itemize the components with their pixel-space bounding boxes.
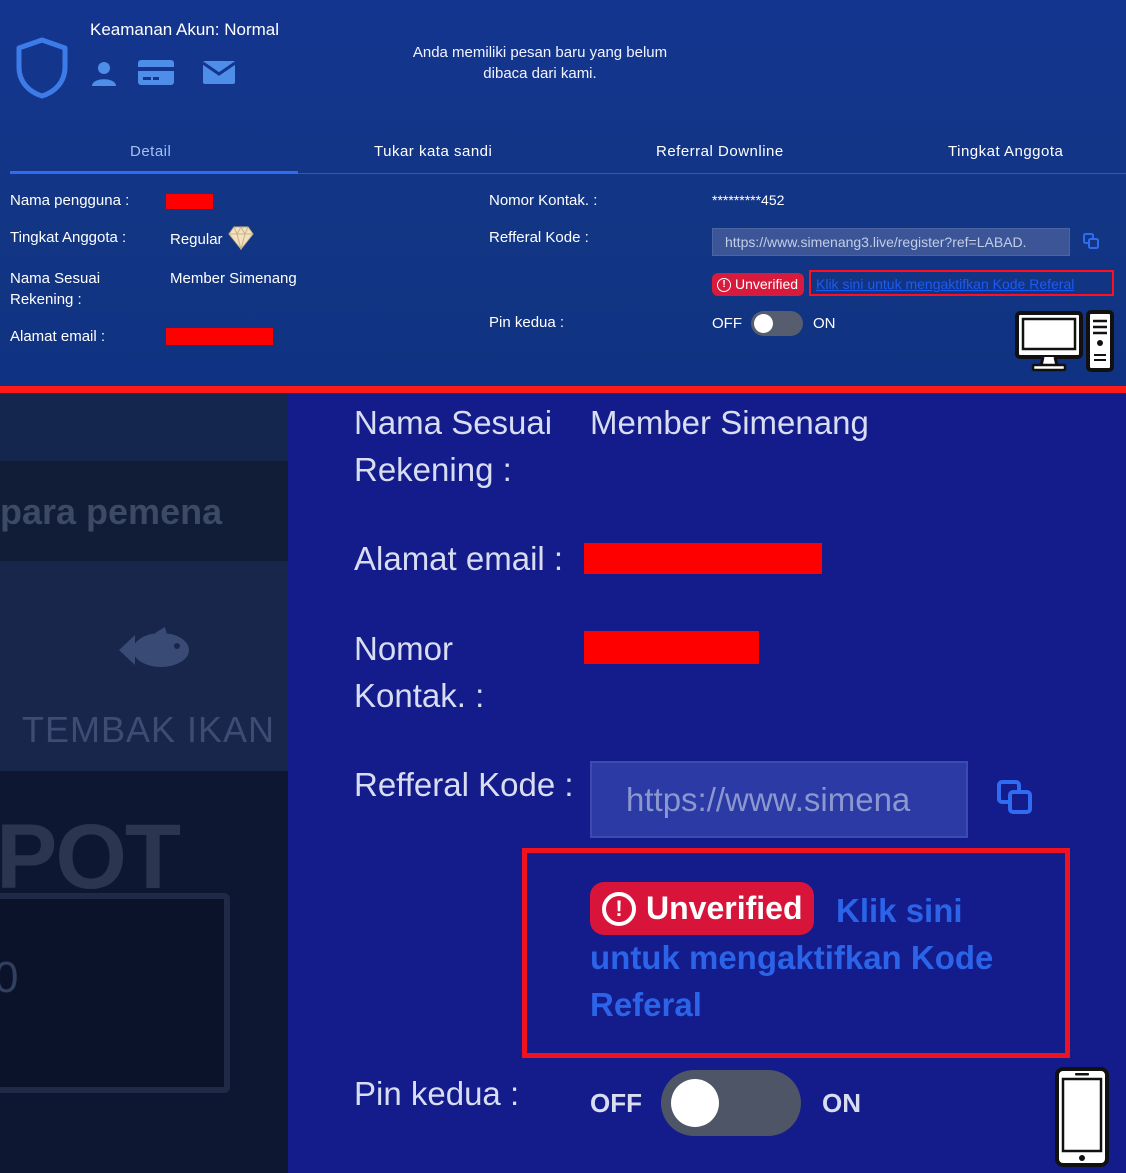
account-name-label: Nama Sesuai Rekening : [354,404,553,488]
unverified-text: Unverified [646,890,803,926]
email-redaction [584,543,822,574]
tab-detail[interactable]: Detail [130,143,171,160]
account-name-label: Nama Sesuai Rekening : [10,270,101,308]
account-name-value: Member Simenang [590,404,869,441]
jackpot-counter: 0 [0,953,19,1002]
second-pin-toggle[interactable] [751,311,803,336]
tab-referral-downline[interactable]: Referral Downline [656,143,784,160]
account-tabs: Detail Tukar kata sandi Referral Downlin… [10,140,1126,174]
contact-redaction [584,631,759,664]
comparison-divider [0,386,1126,393]
mail-icon[interactable] [203,61,235,84]
desktop-account-panel: Keamanan Akun: Normal Anda memiliki pesa… [0,0,1126,386]
mobile-account-panel: Nama Sesuai Rekening : Member Simenang A… [288,393,1126,1173]
referral-label: Refferal Kode : [489,229,589,246]
tab-member-level[interactable]: Tingkat Anggota [948,143,1063,160]
username-redaction [166,194,213,209]
alert-icon: ! [717,277,731,292]
security-status: Keamanan Akun: Normal [90,20,279,39]
email-label: Alamat email : [10,328,106,345]
contact-label: Nomor Kontak. : [354,630,485,714]
member-level-value: Regular [170,231,223,248]
user-icon[interactable] [91,60,117,86]
unverified-badge: ! Unverified [590,882,815,935]
copy-icon[interactable] [996,779,1034,815]
second-pin-toggle[interactable] [661,1070,801,1136]
active-tab-indicator [10,171,298,174]
pin-label: Pin kedua : [354,1075,520,1112]
toggle-off-label: OFF [712,315,742,332]
unread-message-notice[interactable]: Anda memiliki pesan baru yang belum diba… [390,42,690,84]
referral-code-field[interactable]: https://www.simena [590,761,968,838]
account-name-value: Member Simenang [170,270,297,287]
toggle-off-label: OFF [590,1088,642,1118]
fish-game-label: TEMBAK IKAN [22,709,276,750]
background-banner [0,393,288,461]
toggle-on-label: ON [813,315,836,332]
mobile-background-overlay: para pemena TEMBAK IKAN POT 0 [0,393,288,1173]
smartphone-icon [1055,1067,1109,1167]
pin-label: Pin kedua : [489,314,565,331]
shield-icon [16,37,68,99]
fish-icon [119,627,189,667]
copy-icon[interactable] [1083,233,1099,249]
credit-card-icon[interactable] [138,60,174,86]
desktop-computer-icon [1015,310,1114,372]
email-label: Alamat email : [354,540,564,577]
jackpot-screen [0,893,230,1093]
username-label: Nama pengguna : [10,192,130,209]
toggle-knob [754,314,773,333]
winners-text: para pemena [0,491,223,532]
referral-code-field[interactable]: https://www.simenang3.live/register?ref=… [712,228,1070,256]
unverified-badge: ! Unverified [712,273,805,296]
member-level-label: Tingkat Anggota : [10,229,127,246]
contact-label: Nomor Kontak. : [489,192,598,209]
alert-icon: ! [602,891,636,926]
toggle-knob [671,1079,719,1127]
email-redaction [166,328,273,345]
highlight-box [809,270,1114,296]
referral-label: Refferal Kode : [354,766,574,803]
diamond-icon [228,226,254,250]
toggle-on-label: ON [822,1088,861,1118]
unverified-text: Unverified [735,276,799,292]
tab-change-password[interactable]: Tukar kata sandi [374,143,492,160]
contact-value: *********452 [712,192,785,208]
